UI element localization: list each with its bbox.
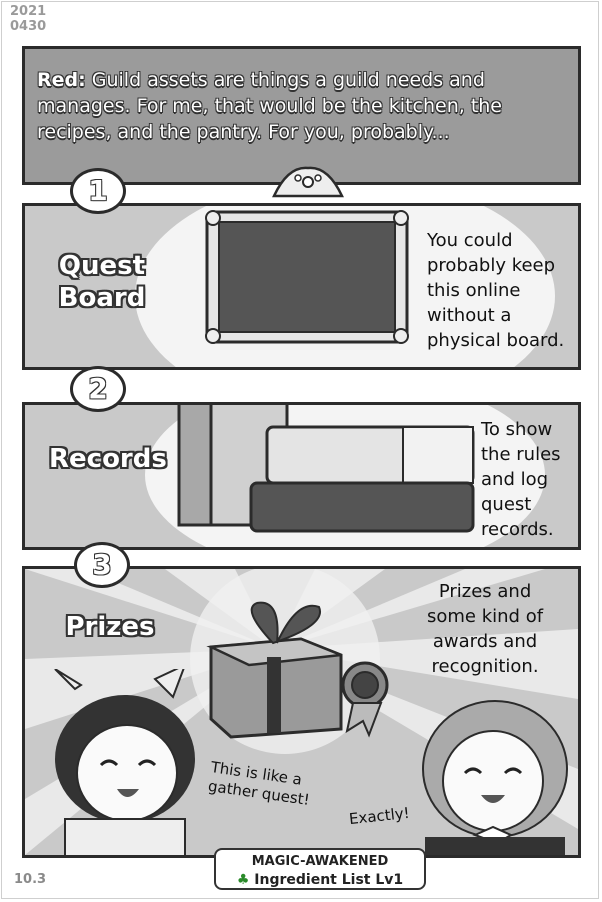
- books-icon: [177, 405, 475, 533]
- records-panel: Records To show the rules and log quest …: [22, 402, 581, 550]
- quest-board-note: You could probably keep this online with…: [427, 228, 564, 353]
- date-day: 0430: [10, 19, 47, 34]
- prizes-note: Prizes and some kind of awards and recog…: [427, 579, 543, 679]
- gift-box-icon: [206, 601, 389, 739]
- prizes-panel: Prizes Prizes and some kind of awards an…: [22, 566, 581, 858]
- note-line: some kind of: [427, 606, 544, 627]
- prizes-label: Prizes: [65, 612, 155, 642]
- label-line: Quest: [58, 251, 146, 281]
- note-line: and log: [481, 469, 549, 490]
- note-line: To show: [481, 419, 553, 440]
- intro-text: Red: Guild assets are things a guild nee…: [37, 67, 567, 145]
- note-line: probably keep: [427, 255, 556, 276]
- series-subtitle-row: ♣ Ingredient List Lv1: [216, 870, 424, 890]
- intro-body: Guild assets are things a guild needs an…: [37, 69, 502, 143]
- label-line: Board: [58, 283, 146, 313]
- note-line: awards and: [432, 631, 538, 652]
- quest-board-icon: [205, 210, 409, 344]
- note-line: the rules: [481, 444, 561, 465]
- note-line: records.: [481, 519, 554, 540]
- page-number: 10.3: [14, 872, 47, 887]
- clover-icon: ♣: [236, 872, 250, 888]
- quest-board-panel: Quest Board You could probably keep this…: [22, 203, 581, 370]
- note-line: this online: [427, 280, 521, 301]
- note-line: without a: [427, 305, 512, 326]
- speaker-name: Red:: [37, 69, 86, 91]
- left-character-icon: [54, 669, 195, 855]
- right-character-icon: [422, 700, 568, 855]
- quest-board-label: Quest Board: [47, 250, 157, 314]
- note-line: quest: [481, 494, 532, 515]
- series-badge: MAGIC-AWAKENED ♣ Ingredient List Lv1: [214, 848, 426, 890]
- number-badge-1: 1: [70, 168, 126, 214]
- series-title: MAGIC-AWAKENED: [247, 854, 393, 870]
- series-subtitle: Ingredient List Lv1: [254, 872, 404, 888]
- records-note: To show the rules and log quest records.: [481, 417, 561, 542]
- date-stamp: 2021 0430: [10, 4, 46, 34]
- note-line: Prizes and: [438, 581, 532, 602]
- note-line: recognition.: [431, 656, 539, 677]
- note-line: physical board.: [427, 330, 565, 351]
- date-year: 2021: [10, 4, 47, 19]
- records-label: Records: [49, 444, 167, 474]
- number-badge-2: 2: [70, 366, 126, 412]
- board-crest-icon: [272, 166, 344, 198]
- note-line: You could: [427, 230, 513, 251]
- number-badge-3: 3: [74, 542, 130, 588]
